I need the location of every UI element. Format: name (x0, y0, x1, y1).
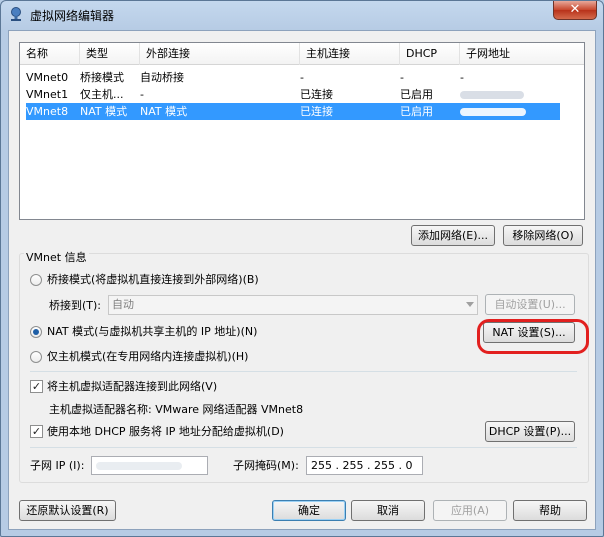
host-only-radio[interactable] (30, 351, 42, 363)
bridge-to-value: 自动 (112, 298, 134, 311)
subnet-ip-redacted (96, 462, 182, 470)
column-header-type[interactable]: 类型 (80, 43, 140, 65)
cell-subnet-redacted (460, 103, 560, 120)
cell-host: 已连接 (300, 105, 333, 118)
nat-mode-label[interactable]: NAT 模式(与虚拟机共享主机的 IP 地址)(N) (47, 325, 257, 339)
cell-host: - (300, 71, 304, 84)
adapter-name-text: 主机虚拟适配器名称: VMware 网络适配器 VMnet8 (49, 403, 304, 416)
table-row-vmnet8[interactable]: VMnet8 NAT 模式 NAT 模式 已连接 已启用 (26, 103, 560, 120)
bridged-mode-label[interactable]: 桥接模式(将虚拟机直接连接到外部网络)(B) (47, 273, 259, 287)
ok-button[interactable]: 确定 (272, 500, 346, 521)
separator (30, 447, 577, 448)
cell-name: VMnet0 (26, 71, 69, 84)
dhcp-settings-button[interactable]: DHCP 设置(P)... (485, 421, 575, 442)
column-header-dhcp[interactable]: DHCP (400, 43, 460, 65)
connect-adapter-checkbox[interactable]: ✓ (30, 380, 43, 393)
cell-type: 桥接模式 (80, 71, 124, 84)
bridge-to-select[interactable]: 自动 (108, 295, 478, 315)
table-row-vmnet0[interactable]: VMnet0 桥接模式 自动桥接 - - - (26, 69, 560, 86)
close-button[interactable]: ✕ (553, 1, 597, 20)
auto-settings-button[interactable]: 自动设置(U)... (485, 294, 575, 315)
apply-button[interactable]: 应用(A) (433, 500, 507, 521)
cell-type: NAT 模式 (80, 105, 128, 118)
nat-mode-radio[interactable] (30, 326, 42, 338)
dialog-client-area: 名称 类型 外部连接 主机连接 DHCP 子网地址 VMnet0 桥接模式 自动… (8, 30, 596, 530)
cell-dhcp: 已启用 (400, 88, 433, 101)
cell-subnet: - (460, 71, 464, 84)
vmnet-info-group (19, 253, 589, 483)
vmnet-info-title: VMnet 信息 (24, 251, 89, 265)
network-list-header: 名称 类型 外部连接 主机连接 DHCP 子网地址 (20, 43, 584, 65)
add-network-button[interactable]: 添加网络(E)... (411, 225, 495, 246)
table-row-vmnet1[interactable]: VMnet1 仅主机... - 已连接 已启用 (26, 86, 560, 103)
title-bar: 虚拟网络编辑器 ✕ (1, 1, 603, 29)
local-dhcp-checkbox[interactable]: ✓ (30, 425, 43, 438)
subnet-ip-label: 子网 IP (I): (30, 459, 85, 472)
cell-name: VMnet8 (26, 105, 69, 118)
subnet-mask-label: 子网掩码(M): (233, 459, 299, 472)
local-dhcp-label[interactable]: 使用本地 DHCP 服务将 IP 地址分配给虚拟机(D) (47, 425, 284, 439)
host-only-label[interactable]: 仅主机模式(在专用网络内连接虚拟机)(H) (47, 350, 248, 364)
column-header-host[interactable]: 主机连接 (300, 43, 400, 65)
cell-subnet-redacted (460, 86, 560, 103)
connect-adapter-label[interactable]: 将主机虚拟适配器连接到此网络(V) (47, 380, 217, 394)
column-header-external[interactable]: 外部连接 (140, 43, 300, 65)
chevron-down-icon (466, 302, 474, 307)
cell-external: NAT 模式 (140, 105, 188, 118)
cell-name: VMnet1 (26, 88, 69, 101)
cell-external: - (140, 88, 144, 101)
cancel-button[interactable]: 取消 (351, 500, 425, 521)
help-button[interactable]: 帮助 (513, 500, 587, 521)
cell-external: 自动桥接 (140, 71, 184, 84)
cell-host: 已连接 (300, 88, 333, 101)
window-title: 虚拟网络编辑器 (30, 9, 115, 23)
cell-type: 仅主机... (80, 88, 124, 101)
highlight-ring (477, 319, 589, 354)
network-editor-icon (11, 7, 21, 21)
bridged-mode-radio[interactable] (30, 274, 42, 286)
virtual-network-editor-window: 虚拟网络编辑器 ✕ 名称 类型 外部连接 主机连接 DHCP 子网地址 VMne… (0, 0, 604, 537)
cell-dhcp: 已启用 (400, 105, 433, 118)
network-list[interactable]: 名称 类型 外部连接 主机连接 DHCP 子网地址 VMnet0 桥接模式 自动… (19, 42, 585, 220)
restore-defaults-button[interactable]: 还原默认设置(R) (19, 500, 116, 521)
separator (30, 371, 577, 372)
column-header-subnet[interactable]: 子网地址 (460, 43, 584, 65)
cell-dhcp: - (400, 71, 404, 84)
column-header-name[interactable]: 名称 (20, 43, 80, 65)
subnet-ip-field[interactable] (91, 456, 208, 475)
remove-network-button[interactable]: 移除网络(O) (503, 225, 583, 246)
bridge-to-label: 桥接到(T): (49, 299, 102, 312)
close-icon: ✕ (569, 2, 581, 17)
subnet-mask-field[interactable]: 255 . 255 . 255 . 0 (306, 456, 423, 475)
